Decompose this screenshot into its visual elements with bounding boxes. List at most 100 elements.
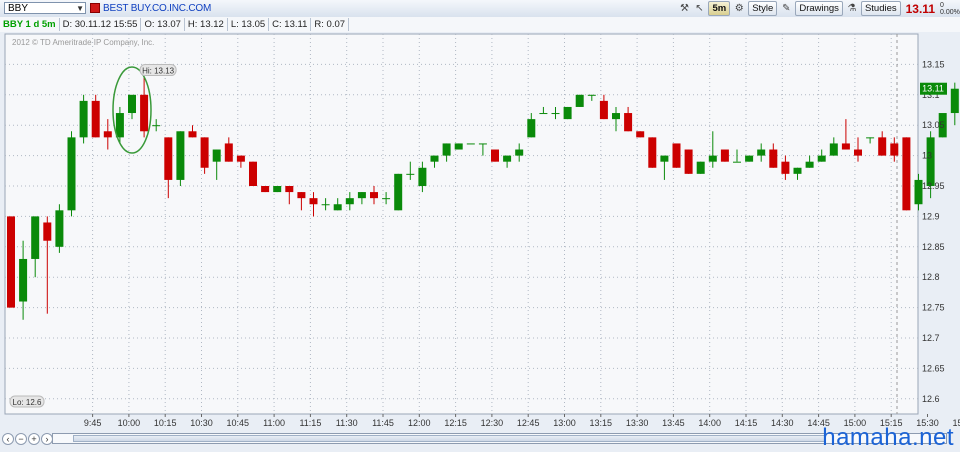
x-tick-label: 14:00 <box>698 418 721 428</box>
candle-body <box>478 143 487 145</box>
candle-body <box>91 100 100 138</box>
x-tick-label: 14:30 <box>771 418 794 428</box>
price-change: 0 0.00% <box>940 2 960 16</box>
last-price: 13.11 <box>905 1 935 16</box>
change-value: 0 <box>940 1 944 9</box>
candle-body <box>648 137 657 168</box>
candle-body <box>491 149 499 162</box>
wrench-icon[interactable]: ⚒ <box>678 2 690 15</box>
candle-body <box>43 222 52 241</box>
symbol-input[interactable]: BBY ▼ <box>4 2 86 14</box>
x-tick-label: 12:45 <box>517 418 540 428</box>
pencil-icon[interactable]: ✎ <box>780 2 792 15</box>
bar-low: L: 13.05 <box>228 18 270 31</box>
y-tick-label: 12.95 <box>922 181 945 191</box>
change-percent: 0.00% <box>940 8 960 16</box>
candle-body <box>466 143 475 145</box>
candle-body <box>67 137 76 211</box>
candle-body <box>575 94 584 107</box>
candle-body <box>539 113 548 115</box>
candle-body <box>587 94 596 96</box>
top-toolbar: BBY ▼ BEST BUY.CO.INC.COM ⚒ ↖ 5m ⚙ Style… <box>0 0 960 18</box>
candle-body <box>140 94 149 132</box>
x-tick-label: 11:00 <box>263 418 285 428</box>
chevron-down-icon[interactable]: ▼ <box>76 3 84 15</box>
drawings-button[interactable]: Drawings <box>795 1 843 16</box>
candle-body <box>672 143 681 168</box>
candle-body <box>406 173 415 175</box>
candle-body <box>357 192 366 199</box>
scroll-left-icon[interactable]: ‹ <box>2 433 14 445</box>
x-tick-label: 12:00 <box>408 418 431 428</box>
candle-body <box>285 186 294 193</box>
y-tick-label: 12.85 <box>922 242 945 252</box>
candle-body <box>636 131 645 138</box>
candle-body <box>212 149 221 162</box>
candle-body <box>164 137 173 180</box>
candle-body <box>793 167 802 174</box>
candle-body <box>176 131 185 180</box>
candle-body <box>841 143 850 150</box>
candle-body <box>224 143 233 162</box>
horizontal-scrollbar[interactable] <box>52 433 947 444</box>
candle-body <box>551 113 560 115</box>
chart-title: BBY 1 d 5m <box>0 18 60 31</box>
zoom-out-icon[interactable]: − <box>15 433 27 445</box>
style-button[interactable]: Style <box>748 1 778 16</box>
x-tick-label: 13:00 <box>553 418 576 428</box>
y-tick-label: 13 <box>922 151 932 161</box>
candle-body <box>890 143 899 156</box>
candle-body <box>745 155 754 162</box>
y-tick-label: 12.75 <box>922 303 945 313</box>
candle-body <box>236 155 245 162</box>
candle-body <box>720 149 729 162</box>
candle-body <box>345 198 354 205</box>
candle-body <box>817 155 826 162</box>
candle-body <box>19 258 28 302</box>
company-name: BEST BUY.CO.INC.COM <box>103 3 212 14</box>
studies-button[interactable]: Studies <box>860 1 901 16</box>
candle-body <box>152 125 161 127</box>
zoom-in-icon[interactable]: + <box>28 433 40 445</box>
bar-open: O: 13.07 <box>141 18 185 31</box>
candle-body <box>503 155 512 162</box>
interval-button[interactable]: 5m <box>708 1 731 16</box>
high-label: Hi: 13.13 <box>142 67 175 76</box>
candle-body <box>878 137 887 156</box>
bar-high: H: 13.12 <box>185 18 228 31</box>
candle-body <box>370 192 378 199</box>
candle-body <box>115 113 124 138</box>
candle-body <box>733 161 741 163</box>
scrollbar-thumb[interactable] <box>73 435 826 442</box>
price-chart[interactable]: 2012 © TD Ameritrade IP Company, Inc. 13… <box>0 32 960 432</box>
studies-icon[interactable]: ⚗ <box>846 2 858 15</box>
candle-body <box>79 100 88 138</box>
bar-date: D: 30.11.12 15:55 <box>60 18 142 31</box>
candle-body <box>708 155 717 162</box>
candle-body <box>599 100 608 120</box>
style-icon[interactable]: ⚙ <box>733 2 745 15</box>
last-price-label: 13.11 <box>922 84 944 94</box>
x-tick-label: 11:30 <box>336 418 358 428</box>
candle-body <box>950 88 959 114</box>
candle-body <box>103 131 112 138</box>
candle-body <box>696 161 705 174</box>
candle-body <box>854 149 862 156</box>
plot-area <box>4 33 919 415</box>
cursor-icon[interactable]: ↖ <box>693 2 705 15</box>
candle-body <box>624 113 633 132</box>
x-tick-label: 10:00 <box>118 418 141 428</box>
copyright-text: 2012 © TD Ameritrade IP Company, Inc. <box>12 38 154 47</box>
candle-body <box>394 173 403 211</box>
x-tick-label: 10:45 <box>227 418 250 428</box>
candle-body <box>128 94 136 114</box>
candle-body <box>563 106 572 120</box>
candle-body <box>321 204 330 206</box>
candle-body <box>527 119 536 138</box>
candle-body <box>781 161 790 174</box>
candle-body <box>684 149 693 174</box>
bar-close: C: 13.11 <box>269 18 312 31</box>
candle-body <box>829 143 838 156</box>
candle-body <box>769 149 778 168</box>
x-tick-label: 13:45 <box>662 418 685 428</box>
